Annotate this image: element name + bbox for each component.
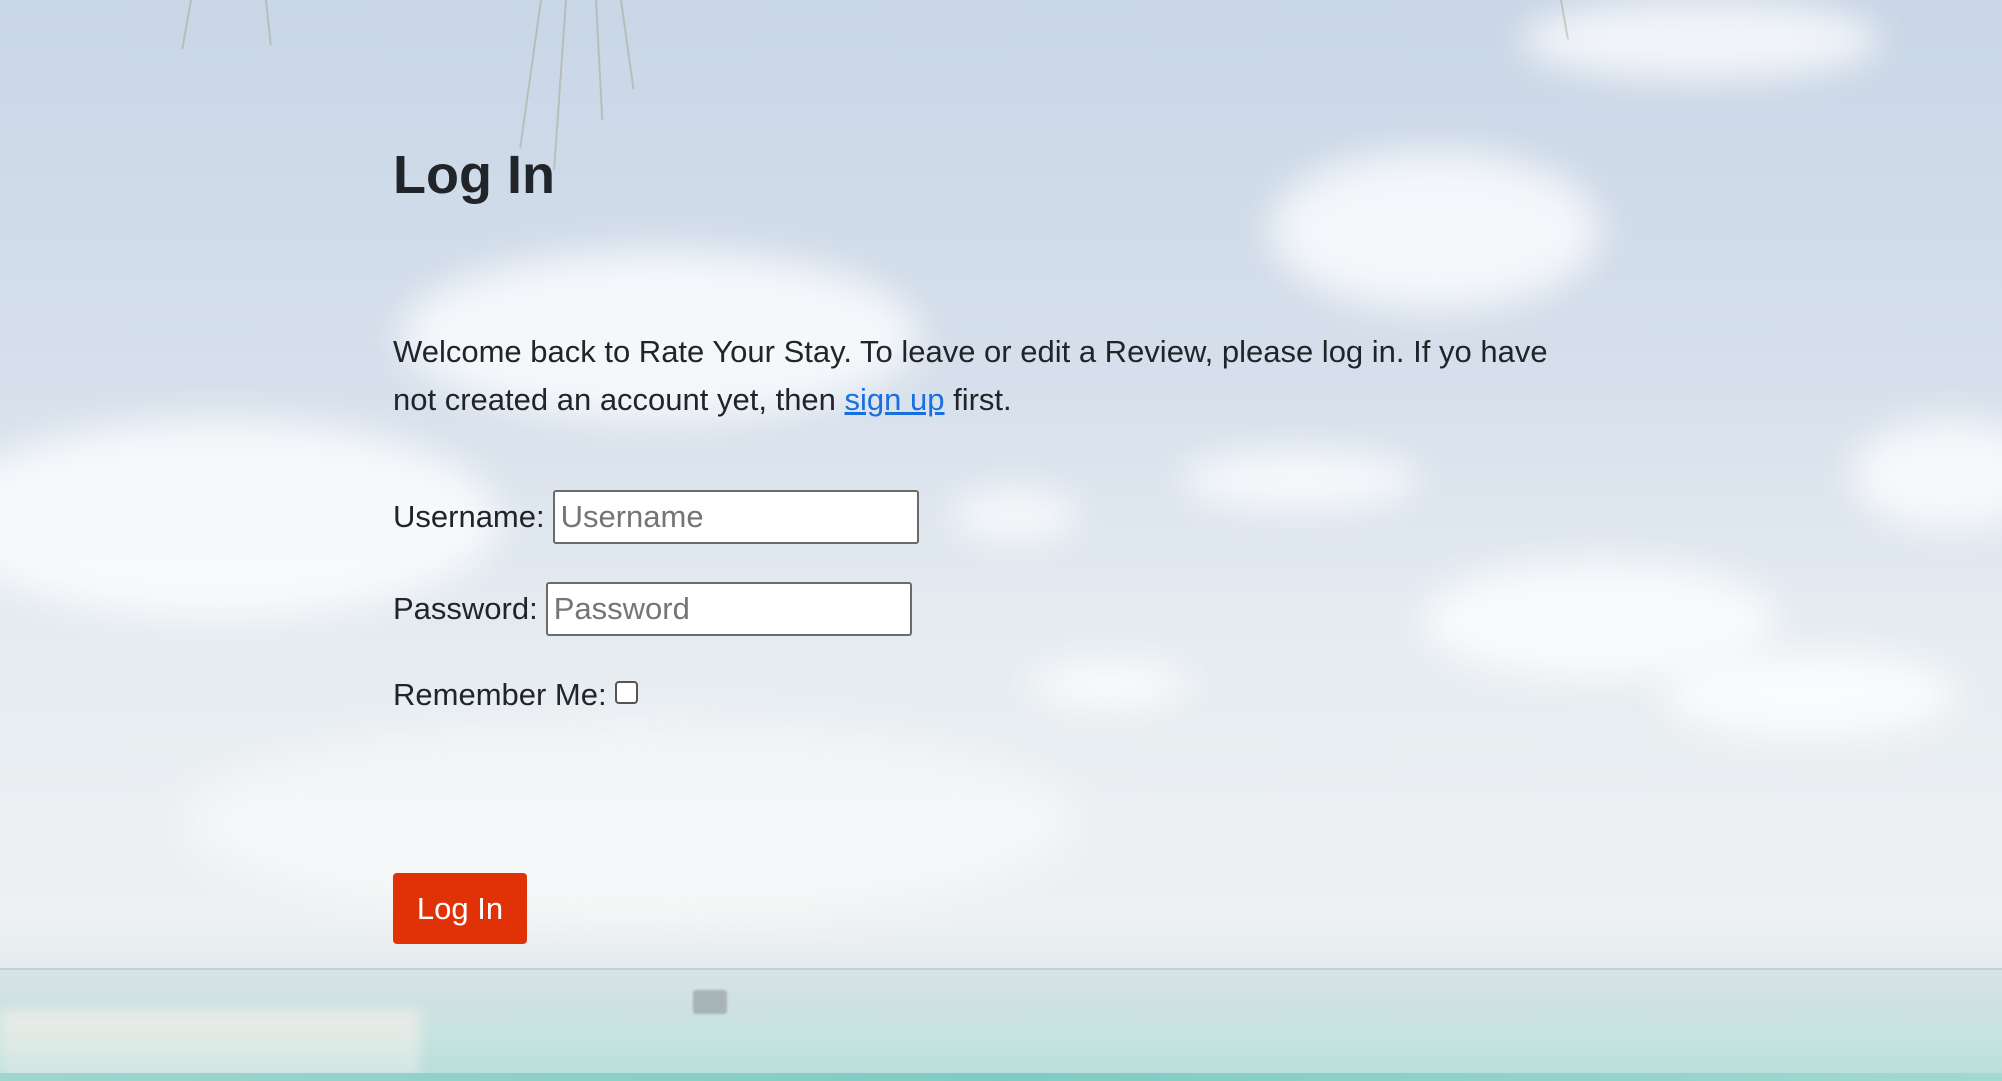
remember-row: Remember Me:: [393, 677, 638, 713]
password-input[interactable]: [545, 582, 912, 636]
signup-link[interactable]: sign up: [845, 382, 945, 417]
intro-paragraph: Welcome back to Rate Your Stay. To leave…: [393, 328, 1593, 424]
username-label: Username:: [393, 499, 545, 534]
intro-text-end: first.: [944, 382, 1012, 417]
password-row: Password:: [393, 582, 912, 636]
page-title: Log In: [393, 145, 555, 205]
password-label: Password:: [393, 591, 538, 626]
username-input[interactable]: [552, 490, 919, 544]
remember-me-checkbox[interactable]: [614, 680, 638, 704]
beach-background-image: [0, 0, 2002, 1081]
remember-me-label: Remember Me:: [393, 677, 607, 712]
login-button[interactable]: Log In: [393, 873, 527, 944]
username-row: Username:: [393, 490, 919, 544]
